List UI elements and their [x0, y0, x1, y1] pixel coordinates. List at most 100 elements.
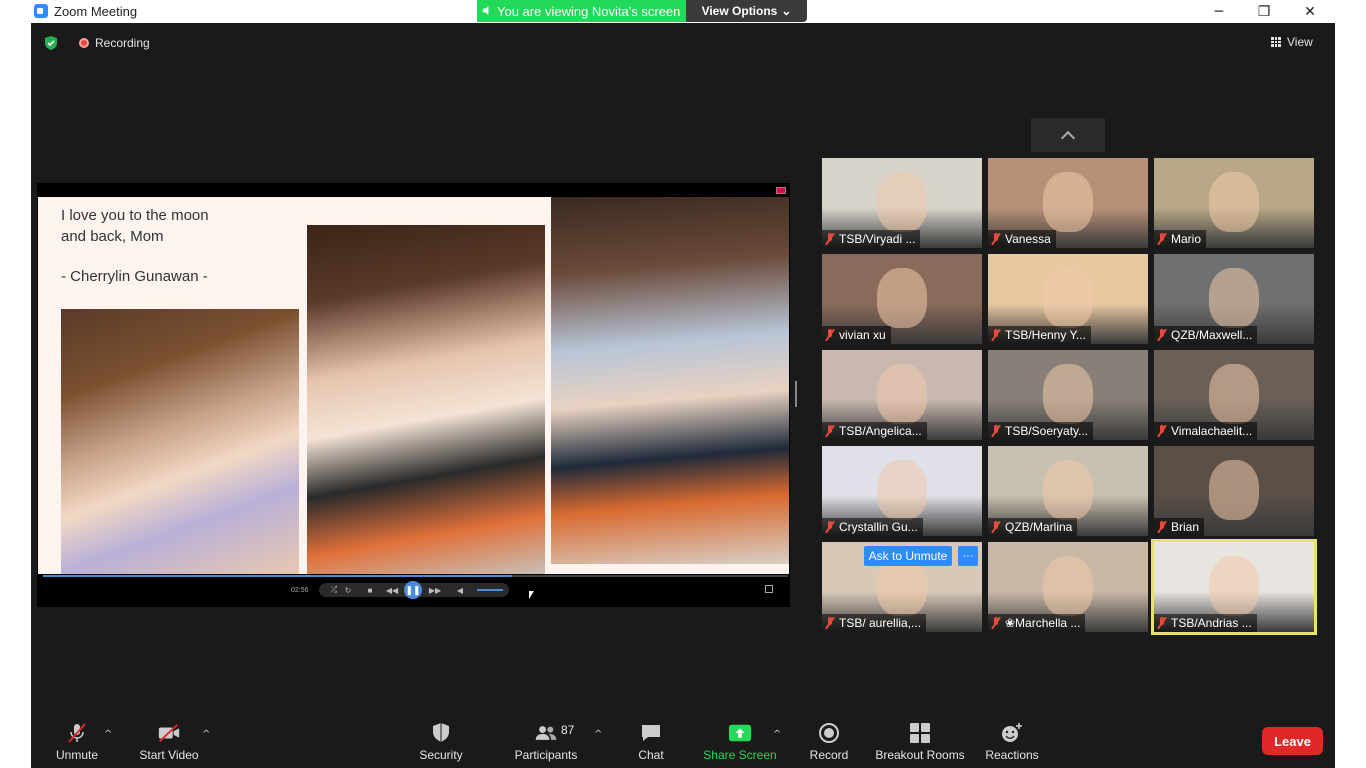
participant-video — [877, 460, 927, 520]
participant-name-label: TSB/Henny Y... — [988, 326, 1091, 344]
view-options-label: View Options — [701, 4, 778, 18]
participants-caret-icon[interactable]: ^ — [594, 729, 602, 740]
security-shield-icon[interactable] — [43, 35, 59, 51]
participant-tile[interactable]: TSB/Angelica... — [822, 350, 982, 440]
slide-line-1: I love you to the moon — [61, 207, 209, 224]
video-progress-fill — [43, 575, 513, 577]
participant-name: TSB/Henny Y... — [1005, 328, 1086, 342]
participant-name-label: Vimalachaelit... — [1154, 422, 1258, 440]
record-button[interactable]: Record — [807, 720, 851, 768]
chat-label: Chat — [638, 748, 664, 762]
security-label: Security — [419, 748, 463, 762]
share-screen-icon — [728, 722, 752, 744]
participant-tile[interactable]: TSB/ aurellia,... Ask to Unmute ··· — [822, 542, 982, 632]
mic-muted-icon — [991, 425, 1001, 437]
meeting-area: Recording View I love you to the moon an… — [31, 23, 1335, 768]
participant-video — [1209, 460, 1259, 520]
breakout-rooms-button[interactable]: Breakout Rooms — [875, 720, 965, 768]
share-options-caret-icon[interactable]: ^ — [773, 729, 781, 740]
participant-tile[interactable]: Crystallin Gu... — [822, 446, 982, 536]
participant-name: QZB/Maxwell... — [1171, 328, 1253, 342]
mic-muted-icon — [1157, 233, 1167, 245]
mic-muted-icon — [825, 521, 835, 533]
participant-tile[interactable]: vivian xu — [822, 254, 982, 344]
participant-tile[interactable]: TSB/Henny Y... — [988, 254, 1148, 344]
reactions-button[interactable]: Reactions — [985, 720, 1039, 768]
participant-tile[interactable]: QZB/Maxwell... — [1154, 254, 1314, 344]
participant-tile[interactable]: TSB/Andrias ... — [1151, 539, 1317, 635]
participant-video — [877, 172, 927, 232]
view-options-button[interactable]: View Options ⌄ — [686, 0, 807, 22]
participant-video — [1209, 172, 1259, 232]
speaker-icon — [482, 5, 489, 16]
close-button[interactable]: ✕ — [1287, 0, 1333, 23]
participant-tile[interactable]: QZB/Marlina — [988, 446, 1148, 536]
participant-tile[interactable]: ❀Marchella ... — [988, 542, 1148, 632]
ask-to-unmute-button[interactable]: Ask to Unmute — [864, 546, 952, 566]
restore-button[interactable]: ❐ — [1241, 0, 1287, 23]
fast-forward-icon[interactable]: ▶▶ — [427, 583, 443, 597]
participant-name: TSB/ aurellia,... — [839, 616, 922, 630]
volume-slider[interactable] — [477, 589, 503, 591]
start-video-label: Start Video — [139, 748, 199, 762]
participant-tile[interactable]: Brian — [1154, 446, 1314, 536]
unmute-label: Unmute — [55, 748, 99, 762]
participant-name-label: Crystallin Gu... — [822, 518, 923, 536]
slide-author: - Cherrylin Gunawan - — [61, 268, 208, 285]
chevron-up-icon — [1060, 130, 1076, 145]
participant-name-label: TSB/ aurellia,... — [822, 614, 927, 632]
participants-count: 87 — [561, 723, 575, 737]
participants-label: Participants — [514, 748, 578, 762]
mouse-cursor-icon — [529, 591, 534, 599]
stop-icon[interactable]: ■ — [365, 583, 375, 597]
view-button[interactable]: View — [1271, 35, 1313, 49]
rewind-icon[interactable]: ◀◀ — [384, 583, 400, 597]
splitter-handle[interactable] — [795, 381, 797, 407]
participant-name: Crystallin Gu... — [839, 520, 918, 534]
pause-icon[interactable]: ❚❚ — [404, 581, 422, 599]
participant-video — [877, 268, 927, 328]
volume-icon[interactable]: ◀ — [455, 583, 465, 597]
reactions-icon — [1000, 722, 1024, 744]
video-options-caret-icon[interactable]: ^ — [202, 729, 210, 740]
more-options-button[interactable]: ··· — [958, 546, 978, 566]
record-label: Record — [809, 748, 849, 762]
participant-name-label: TSB/Soeryaty... — [988, 422, 1094, 440]
recording-label[interactable]: Recording — [95, 36, 150, 50]
audio-options-caret-icon[interactable]: ^ — [104, 729, 112, 740]
slide-line-2: and back, Mom — [61, 228, 164, 245]
minimize-button[interactable]: ─ — [1196, 0, 1242, 23]
participant-tile[interactable]: TSB/Soeryaty... — [988, 350, 1148, 440]
participant-name: TSB/Angelica... — [839, 424, 922, 438]
slide-photo-hug — [61, 309, 299, 574]
record-icon — [817, 722, 841, 744]
participant-video — [1043, 364, 1093, 424]
participant-tile[interactable]: Mario — [1154, 158, 1314, 248]
shared-screen[interactable]: I love you to the moon and back, Mom - C… — [37, 183, 790, 607]
scroll-up-button[interactable] — [1031, 118, 1105, 152]
repeat-icon[interactable]: ↻ — [343, 583, 353, 597]
participant-tile[interactable]: Vimalachaelit... — [1154, 350, 1314, 440]
participant-video — [1209, 556, 1259, 616]
slide-photo-feet-washing — [307, 225, 545, 574]
participant-video — [877, 364, 927, 424]
start-video-button[interactable]: Start Video — [137, 720, 201, 768]
security-button[interactable]: Security — [415, 720, 467, 768]
participant-name: Mario — [1171, 232, 1202, 246]
mic-muted-icon — [1157, 617, 1167, 629]
fullscreen-icon[interactable] — [765, 585, 773, 593]
participant-tile[interactable]: TSB/Viryadi ... — [822, 158, 982, 248]
mic-muted-icon — [1157, 329, 1167, 341]
chat-button[interactable]: Chat — [631, 720, 671, 768]
video-progress-bar[interactable] — [43, 575, 788, 577]
unmute-button[interactable]: Unmute — [53, 720, 101, 768]
viewing-screen-banner: You are viewing Novita's screen — [477, 0, 686, 22]
leave-button[interactable]: Leave — [1262, 727, 1323, 755]
shuffle-icon[interactable]: ⤮ — [329, 583, 339, 597]
window-title: Zoom Meeting — [54, 4, 138, 19]
slide: I love you to the moon and back, Mom - C… — [38, 197, 789, 574]
slide-photo-gift — [551, 197, 789, 564]
share-screen-button[interactable]: Share Screen — [703, 720, 777, 768]
participant-tile[interactable]: Vanessa — [988, 158, 1148, 248]
participant-name-label: Brian — [1154, 518, 1205, 536]
